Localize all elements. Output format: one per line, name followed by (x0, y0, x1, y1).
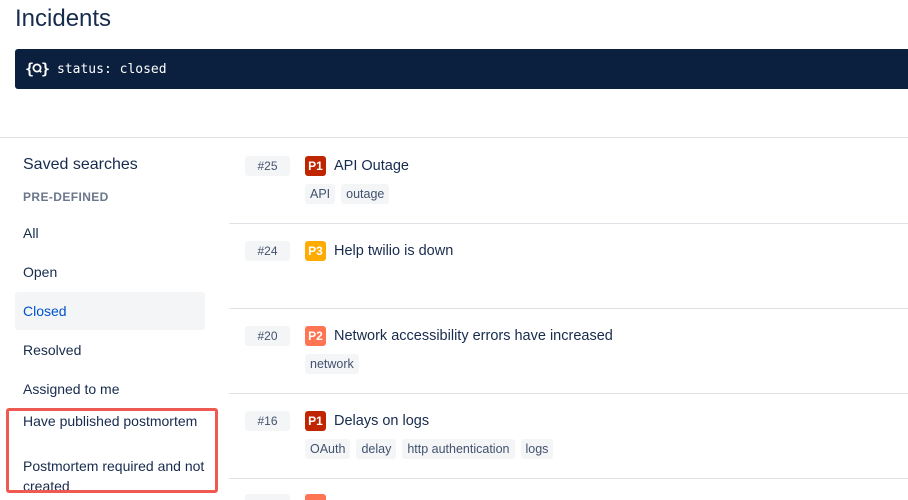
incident-title[interactable]: Network accessibility errors have increa… (334, 326, 613, 346)
incident-row[interactable]: #24 P3 Help twilio is down (229, 223, 908, 309)
saved-search-closed[interactable]: Closed (15, 292, 205, 330)
saved-search-assigned-to-me[interactable]: Assigned to me (15, 370, 205, 408)
incident-row[interactable]: #25 P1 API Outage API outage (229, 138, 908, 224)
tag[interactable]: http authentication (402, 439, 515, 459)
incident-row[interactable]: #20 P2 Network accessibility errors have… (229, 308, 908, 394)
incident-number: #24 (245, 241, 290, 261)
page-title: Incidents (15, 5, 112, 32)
section-label-predefined: PRE-DEFINED (23, 190, 109, 204)
search-input[interactable] (57, 61, 197, 77)
priority-badge: P1 (305, 411, 326, 431)
saved-search-open[interactable]: Open (15, 253, 205, 291)
incident-number: #16 (245, 411, 290, 431)
tag[interactable]: logs (520, 439, 554, 459)
tag[interactable]: delay (356, 439, 397, 459)
incident-title[interactable]: Delays on logs (334, 411, 429, 431)
incident-number: #25 (245, 156, 290, 176)
tag-list: network (305, 354, 359, 374)
highlight-annotation-box (6, 408, 218, 493)
tag[interactable]: outage (341, 184, 390, 204)
tag[interactable]: network (305, 354, 359, 374)
svg-text:}: } (41, 60, 49, 78)
incident-row[interactable]: #16 P1 Delays on logs OAuth delay http a… (229, 393, 908, 479)
sidebar-title: Saved searches (23, 156, 138, 173)
priority-badge: P3 (305, 241, 326, 261)
saved-search-all[interactable]: All (15, 214, 205, 252)
priority-badge-partial (305, 494, 326, 500)
saved-search-resolved[interactable]: Resolved (15, 331, 205, 369)
incident-title[interactable]: Help twilio is down (334, 241, 453, 261)
incident-title[interactable]: API Outage (334, 156, 409, 176)
incident-number: #20 (245, 326, 290, 346)
tag-list: API outage (305, 184, 390, 204)
tag-list: OAuth delay http authentication logs (305, 439, 554, 459)
incident-number-partial (245, 494, 290, 500)
tag[interactable]: API (305, 184, 336, 204)
priority-badge: P2 (305, 326, 326, 346)
tag[interactable]: OAuth (305, 439, 351, 459)
priority-badge: P1 (305, 156, 326, 176)
search-query-icon: { } (25, 59, 51, 79)
search-bar[interactable]: { } (15, 49, 908, 89)
